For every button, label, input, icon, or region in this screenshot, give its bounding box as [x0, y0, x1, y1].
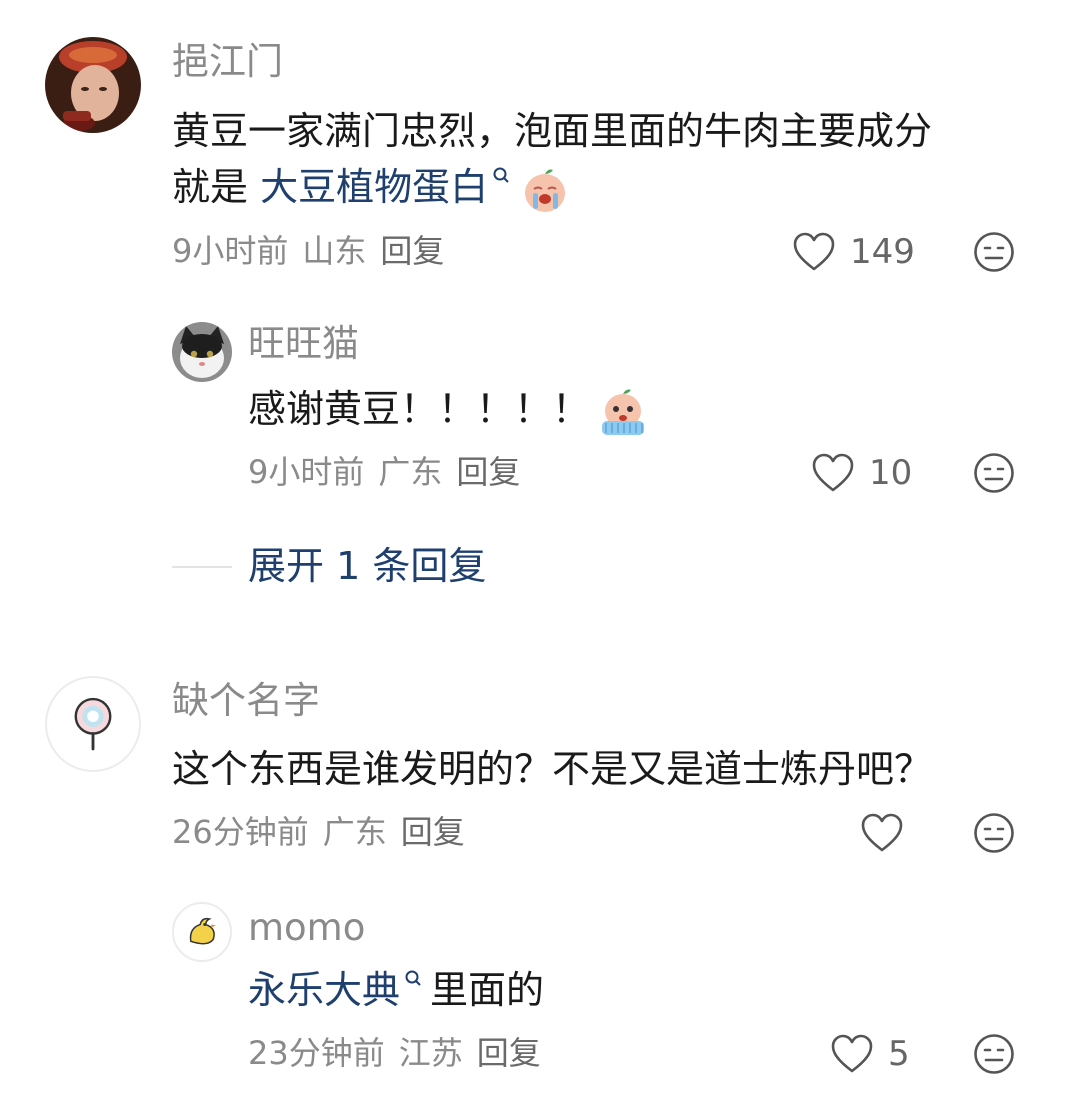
search-link-soy-protein[interactable]: 大豆植物蛋白	[260, 165, 488, 209]
reply-avatar[interactable]	[172, 322, 232, 382]
reply-time: 9小时前	[248, 453, 365, 491]
reply-avatar[interactable]	[172, 902, 232, 962]
dislike-face-icon[interactable]	[973, 1033, 1015, 1075]
reply-username[interactable]: 旺旺猫	[248, 322, 359, 366]
reply-time: 23分钟前	[248, 1034, 385, 1072]
reply-button[interactable]: 回复	[456, 453, 520, 491]
dislike-face-icon[interactable]	[973, 452, 1015, 494]
search-link-yongle-dadian[interactable]: 永乐大典	[248, 968, 400, 1012]
avatar[interactable]	[45, 676, 141, 772]
reply-username[interactable]: momo	[248, 906, 365, 950]
teary-soybean-emoji	[602, 389, 645, 435]
like-count: 149	[850, 232, 915, 272]
heart-icon	[812, 453, 854, 492]
reply-location: 江苏	[398, 1034, 463, 1072]
reply-text-suffix: 里面的	[430, 968, 545, 1012]
comment-text-line1: 黄豆一家满门忠烈，泡面里面的牛肉主要成分	[172, 109, 933, 153]
comment-text: 黄豆一家满门忠烈，泡面里面的牛肉主要成分	[172, 104, 932, 158]
heart-icon	[793, 232, 835, 271]
dislike-face-icon[interactable]	[973, 812, 1015, 854]
comment-text-line2: 就是 大豆植物蛋白	[172, 160, 570, 215]
comment-text: 这个东西是谁发明的？不是又是道士炼丹吧？	[172, 747, 933, 791]
like-button[interactable]: 10	[811, 451, 912, 495]
reply-button[interactable]: 回复	[477, 1034, 541, 1072]
comment-username[interactable]: 缺个名字	[172, 679, 320, 723]
heart-icon	[861, 813, 903, 852]
like-count: 10	[869, 453, 913, 493]
reply-meta: 23分钟前 江苏 回复	[248, 1033, 555, 1073]
comment-location: 山东	[302, 232, 367, 270]
like-button[interactable]: 149	[792, 230, 915, 274]
reply-text: 永乐大典 里面的	[248, 963, 544, 1017]
avatar[interactable]	[45, 37, 141, 133]
reply-location: 广东	[378, 453, 443, 491]
comment-username[interactable]: 挹江门	[172, 40, 283, 84]
comment-time: 9小时前	[172, 232, 289, 270]
heart-icon	[831, 1034, 873, 1073]
expand-replies-button[interactable]: 展开 1 条回复	[248, 542, 486, 590]
search-icon	[405, 970, 421, 986]
reply-button[interactable]: 回复	[401, 813, 465, 851]
search-icon	[493, 167, 509, 183]
comment-meta: 26分钟前 广东 回复	[172, 812, 479, 852]
comment-time: 26分钟前	[172, 813, 309, 851]
reply-text: 感谢黄豆！！！！！	[248, 382, 648, 437]
like-button[interactable]: 5	[830, 1032, 910, 1076]
like-count: 5	[888, 1034, 910, 1074]
reply-text-content: 感谢黄豆！！！！！	[248, 387, 591, 431]
comment-text-prefix: 就是	[172, 165, 261, 209]
like-button[interactable]	[860, 811, 918, 855]
comment-meta: 9小时前 山东 回复	[172, 231, 458, 271]
expand-divider	[172, 566, 232, 568]
reply-button[interactable]: 回复	[380, 232, 444, 270]
comment-location: 广东	[322, 813, 387, 851]
reply-meta: 9小时前 广东 回复	[248, 452, 534, 492]
dislike-face-icon[interactable]	[973, 231, 1015, 273]
crying-soybean-emoji	[525, 169, 566, 212]
